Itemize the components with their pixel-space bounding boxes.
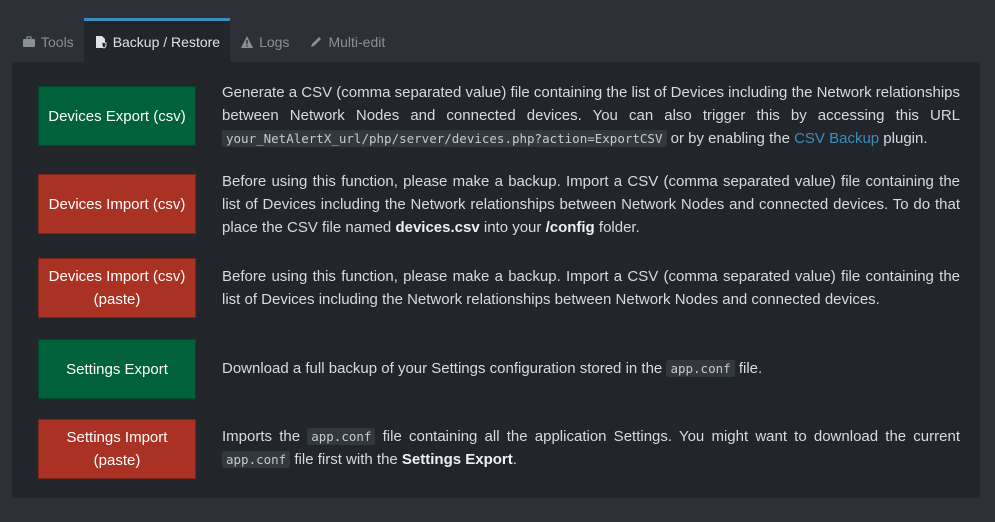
tab-multi-edit[interactable]: Multi-edit	[299, 18, 395, 62]
settings-export-text-1: Download a full backup of your Settings …	[222, 360, 667, 377]
devices-import-description: Before using this function, please make …	[222, 170, 960, 239]
tab-tools[interactable]: Tools	[12, 18, 84, 62]
settings-export-description: Download a full backup of your Settings …	[222, 357, 960, 380]
settings-import-text-3: file first with the	[290, 451, 402, 468]
settings-import-button[interactable]: Settings Import (paste)	[38, 419, 196, 479]
warning-icon	[241, 35, 254, 48]
devices-import-paste-button[interactable]: Devices Import (csv) (paste)	[38, 258, 196, 318]
devices-import-paste-description: Before using this function, please make …	[222, 265, 960, 311]
app-conf-code: app.conf	[666, 360, 735, 377]
settings-import-text-2: file containing all the application Sett…	[375, 428, 960, 445]
devices-import-text-2: into your	[479, 219, 546, 236]
settings-import-label-1: Settings Import	[66, 429, 168, 446]
devices-export-text-2: or by enabling the	[666, 130, 795, 147]
tab-backup-restore-label: Backup / Restore	[112, 33, 221, 50]
tab-logs-label: Logs	[259, 33, 290, 50]
settings-import-label-2: (paste)	[93, 452, 141, 469]
settings-import-description: Imports the app.conf file containing all…	[222, 425, 960, 471]
tab-bar: Tools Backup / Restore Logs Multi-edit	[12, 18, 983, 62]
devices-import-paste-label-1: Devices Import (csv)	[48, 268, 186, 285]
app-conf-code-2: app.conf	[222, 451, 291, 468]
tab-tools-label: Tools	[41, 33, 74, 50]
devices-import-button-label: Devices Import (csv)	[48, 195, 186, 213]
devices-import-button[interactable]: Devices Import (csv)	[38, 174, 196, 234]
devices-export-text-3: plugin.	[879, 130, 928, 147]
devices-csv-filename: devices.csv	[395, 219, 480, 236]
settings-export-button[interactable]: Settings Export	[38, 339, 196, 399]
devices-export-url-code: your_NetAlertX_url/php/server/devices.ph…	[222, 130, 667, 147]
devices-export-button-label: Devices Export (csv)	[48, 107, 186, 125]
tab-multi-edit-label: Multi-edit	[328, 33, 386, 50]
csv-backup-plugin-link[interactable]: CSV Backup	[794, 130, 879, 147]
file-shield-icon	[95, 35, 107, 49]
settings-import-text-4: .	[512, 451, 517, 468]
backup-restore-panel: Devices Export (csv) Generate a CSV (com…	[12, 62, 980, 498]
app-conf-code-1: app.conf	[307, 428, 376, 445]
devices-export-button[interactable]: Devices Export (csv)	[38, 86, 196, 146]
devices-import-text-3: folder.	[594, 219, 640, 236]
settings-export-text-2: file.	[734, 360, 763, 377]
devices-export-text-1: Generate a CSV (comma separated value) f…	[222, 84, 960, 124]
config-folder-name: /config	[545, 219, 595, 236]
devices-export-description: Generate a CSV (comma separated value) f…	[222, 81, 960, 150]
devices-import-paste-text: Before using this function, please make …	[222, 268, 960, 308]
settings-export-reference: Settings Export	[401, 451, 513, 468]
tab-logs[interactable]: Logs	[230, 18, 299, 62]
pencil-icon	[311, 36, 322, 47]
settings-import-text-1: Imports the	[222, 428, 308, 445]
briefcase-icon	[23, 35, 35, 47]
settings-export-button-label: Settings Export	[66, 360, 168, 378]
tab-backup-restore[interactable]: Backup / Restore	[83, 18, 231, 62]
devices-import-paste-label-2: (paste)	[93, 291, 141, 308]
